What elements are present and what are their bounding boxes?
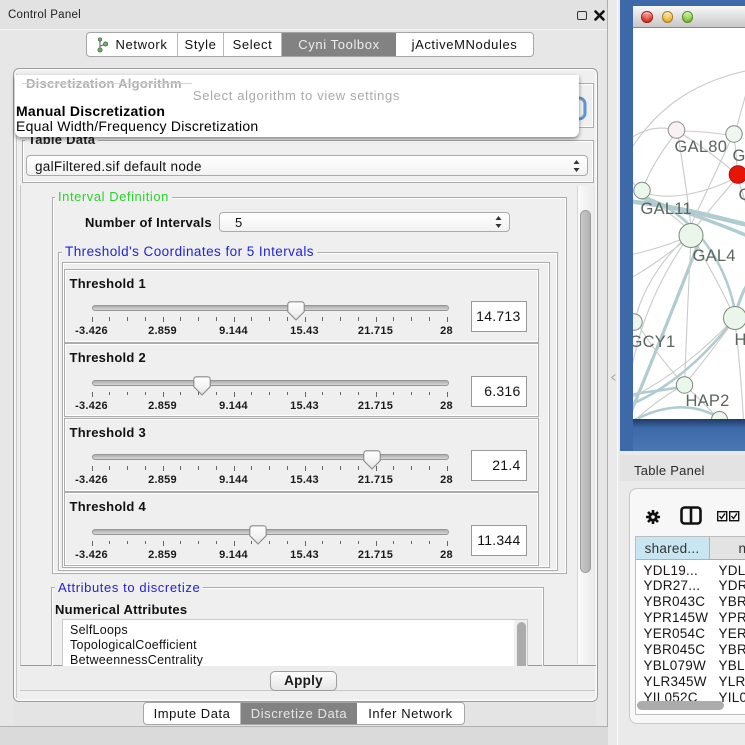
svg-text:C: C	[738, 186, 745, 204]
svg-text:H: H	[734, 331, 745, 349]
svg-text:GA: GA	[732, 147, 745, 165]
svg-text:GAL80: GAL80	[674, 138, 727, 156]
svg-text:HAP2: HAP2	[685, 392, 729, 410]
svg-text:GAL11: GAL11	[640, 200, 691, 218]
svg-text:GCY1: GCY1	[633, 333, 675, 351]
svg-text:GAL4: GAL4	[692, 247, 735, 265]
